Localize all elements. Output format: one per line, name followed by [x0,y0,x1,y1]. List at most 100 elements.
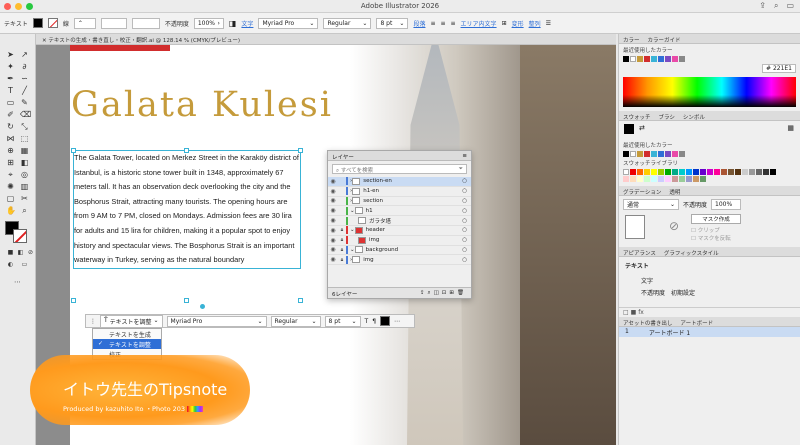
hand-tool-icon[interactable]: ✋ [6,206,16,215]
workspace-icon[interactable]: ▭ [786,1,794,11]
more-options-icon[interactable]: ☰ [546,20,551,27]
tab-transparency[interactable]: 透明 [669,188,680,196]
paragraph-label[interactable]: 段落 [413,19,425,28]
selection-handle[interactable] [298,148,303,153]
screen-mode-icon[interactable]: ▭ [20,260,29,269]
export-icon[interactable]: ⇪ [420,290,428,296]
layer-row[interactable]: ◉ › section ○ [328,196,471,207]
selection-handle[interactable] [298,298,303,303]
scale-tool-icon[interactable]: ⤡ [20,122,29,131]
none-mode-icon[interactable]: ⊘ [26,248,35,257]
grid-view-icon[interactable]: ▦ [787,124,794,132]
shaper-tool-icon[interactable]: ✐ [6,110,15,119]
new-layer-icon[interactable]: ⊞ [449,290,457,296]
perspective-grid-tool-icon[interactable]: ▦ [20,146,29,155]
layer-row[interactable]: ◉ 🔒︎ img ○ [328,236,471,246]
clip-mask-icon[interactable]: ◫ [434,290,442,296]
text-size-icon[interactable]: T [365,318,369,325]
edit-toolbar-icon[interactable]: ⋯ [13,278,22,287]
align-center-icon[interactable]: ≡ [440,20,445,27]
pen-tool-icon[interactable]: ✒ [6,74,15,83]
curvature-tool-icon[interactable]: ∽ [20,74,29,83]
layer-row[interactable]: ◉ › h1-en ○ [328,187,471,197]
swatch[interactable] [651,56,657,62]
swatch[interactable] [672,56,678,62]
fill-swatch[interactable] [624,124,634,134]
selection-handle[interactable] [184,148,189,153]
color-spectrum[interactable] [623,77,796,107]
body-text-frame[interactable]: The Galata Tower, located on Merkez Stre… [73,150,301,269]
transparency-opacity-input[interactable]: 100% [711,199,742,210]
search-icon[interactable]: ⌕ [774,1,778,11]
context-size-input[interactable]: 8 pt ⌄ [324,315,361,327]
selection-tool-icon[interactable]: ➤ [6,50,15,59]
object-thumbnail[interactable] [625,215,645,239]
swatch[interactable] [623,56,629,62]
stroke-weight-select[interactable]: ⌃ [73,17,96,29]
share-icon[interactable]: ⇪ [759,1,766,11]
tab-color[interactable]: カラー [623,36,640,44]
shape-builder-tool-icon[interactable]: ⊕ [6,146,15,155]
eraser-tool-icon[interactable]: ⌫ [20,110,31,119]
headline-text[interactable]: Galata Kulesi [71,85,333,125]
menu-item-adjust-text[interactable]: ✓ テキストを調整 [93,339,161,349]
opacity-input[interactable]: 100% › [193,17,224,29]
invert-mask-checkbox[interactable]: ☐ マスクを反転 [691,234,731,242]
context-font-select[interactable]: Myriad Pro ⌄ [166,315,267,327]
document-tab[interactable]: ✕ テキストの生成・書き直し・校正・翻訳.ai @ 128.14 % (CMYK… [36,34,616,45]
layer-row[interactable]: ◉ 🔒︎ ⌄ header ○ [328,226,471,236]
slice-tool-icon[interactable]: ✂ [20,194,29,203]
make-mask-button[interactable]: マスク作成 [691,214,741,224]
appearance-character-row[interactable]: 文字 [625,276,794,285]
artboard-row[interactable]: 1 アートボード 1 [619,327,800,337]
width-tool-icon[interactable]: ⋈ [6,134,15,143]
selection-handle[interactable] [184,298,189,303]
tab-brushes[interactable]: ブラシ [659,113,675,121]
layer-row[interactable]: ◉ 🔒︎ ⌄ background ○ [328,245,471,256]
graph-tool-icon[interactable]: ▥ [20,182,29,191]
tab-gradient[interactable]: グラデーション [623,188,661,196]
adjust-text-button[interactable]: T̃ テキストを調整 ⌄ [100,314,163,328]
blend-tool-icon[interactable]: ◎ [20,170,29,179]
grid-icon[interactable]: ⊞ [502,20,507,27]
type-tool-icon[interactable]: T [6,86,15,95]
gradient-tool-icon[interactable]: ◧ [20,158,29,167]
mesh-tool-icon[interactable]: ⊞ [6,158,15,167]
layer-row[interactable]: ◉ ⌄ h1 ○ [328,206,471,217]
character-label[interactable]: 文字 [241,19,253,28]
align-right-icon[interactable]: ≡ [451,20,456,27]
new-fill-icon[interactable]: ■ [631,309,637,316]
zoom-tool-icon[interactable]: ⌕ [20,206,29,215]
line-tool-icon[interactable]: ╱ [20,86,29,95]
magic-wand-tool-icon[interactable]: ✦ [6,62,15,71]
style-icon[interactable]: ◨ [229,19,237,28]
font-style-select[interactable]: Regular ⌄ [323,17,372,29]
rotate-tool-icon[interactable]: ↻ [6,122,15,131]
paintbrush-tool-icon[interactable]: ✎ [20,98,29,107]
font-select[interactable]: Myriad Pro ⌄ [258,17,319,29]
direct-selection-tool-icon[interactable]: ↗ [20,50,29,59]
layers-search-input[interactable]: ⌕ すべてを検索 ⏷ [332,164,467,174]
layer-row[interactable]: ◉ 🔒︎ › img ○ [328,255,471,266]
swap-icon[interactable]: ⇄ [639,124,645,132]
blend-mode-select[interactable]: 通常 ⌄ [623,199,679,210]
clip-checkbox[interactable]: ☐ クリップ [691,226,720,234]
fill-swatch[interactable] [32,18,43,28]
tab-symbols[interactable]: シンボル [683,113,705,121]
eyedropper-tool-icon[interactable]: ⌖ [6,170,15,179]
tab-swatches[interactable]: スウォッチ [623,113,651,121]
swatch[interactable] [665,56,671,62]
tab-appearance[interactable]: アピアランス [623,249,656,257]
fx-icon[interactable]: fx [638,309,644,316]
selection-handle[interactable] [71,298,76,303]
swatch[interactable] [658,56,664,62]
text-thread-port[interactable] [200,304,205,309]
layer-row[interactable]: ◉ › section-en ○ [328,177,471,187]
tab-asset-export[interactable]: アセットの書き出し [623,319,672,327]
layer-row[interactable]: ◉ ガラタ塔 ○ [328,216,471,226]
artboard-tool-icon[interactable]: ▢ [6,194,15,203]
tab-graphic-styles[interactable]: グラフィックスタイル [664,249,719,257]
variable-width-select[interactable] [131,17,160,29]
symbol-sprayer-tool-icon[interactable]: ✺ [6,182,15,191]
paragraph-icon[interactable]: ¶ [372,318,376,325]
